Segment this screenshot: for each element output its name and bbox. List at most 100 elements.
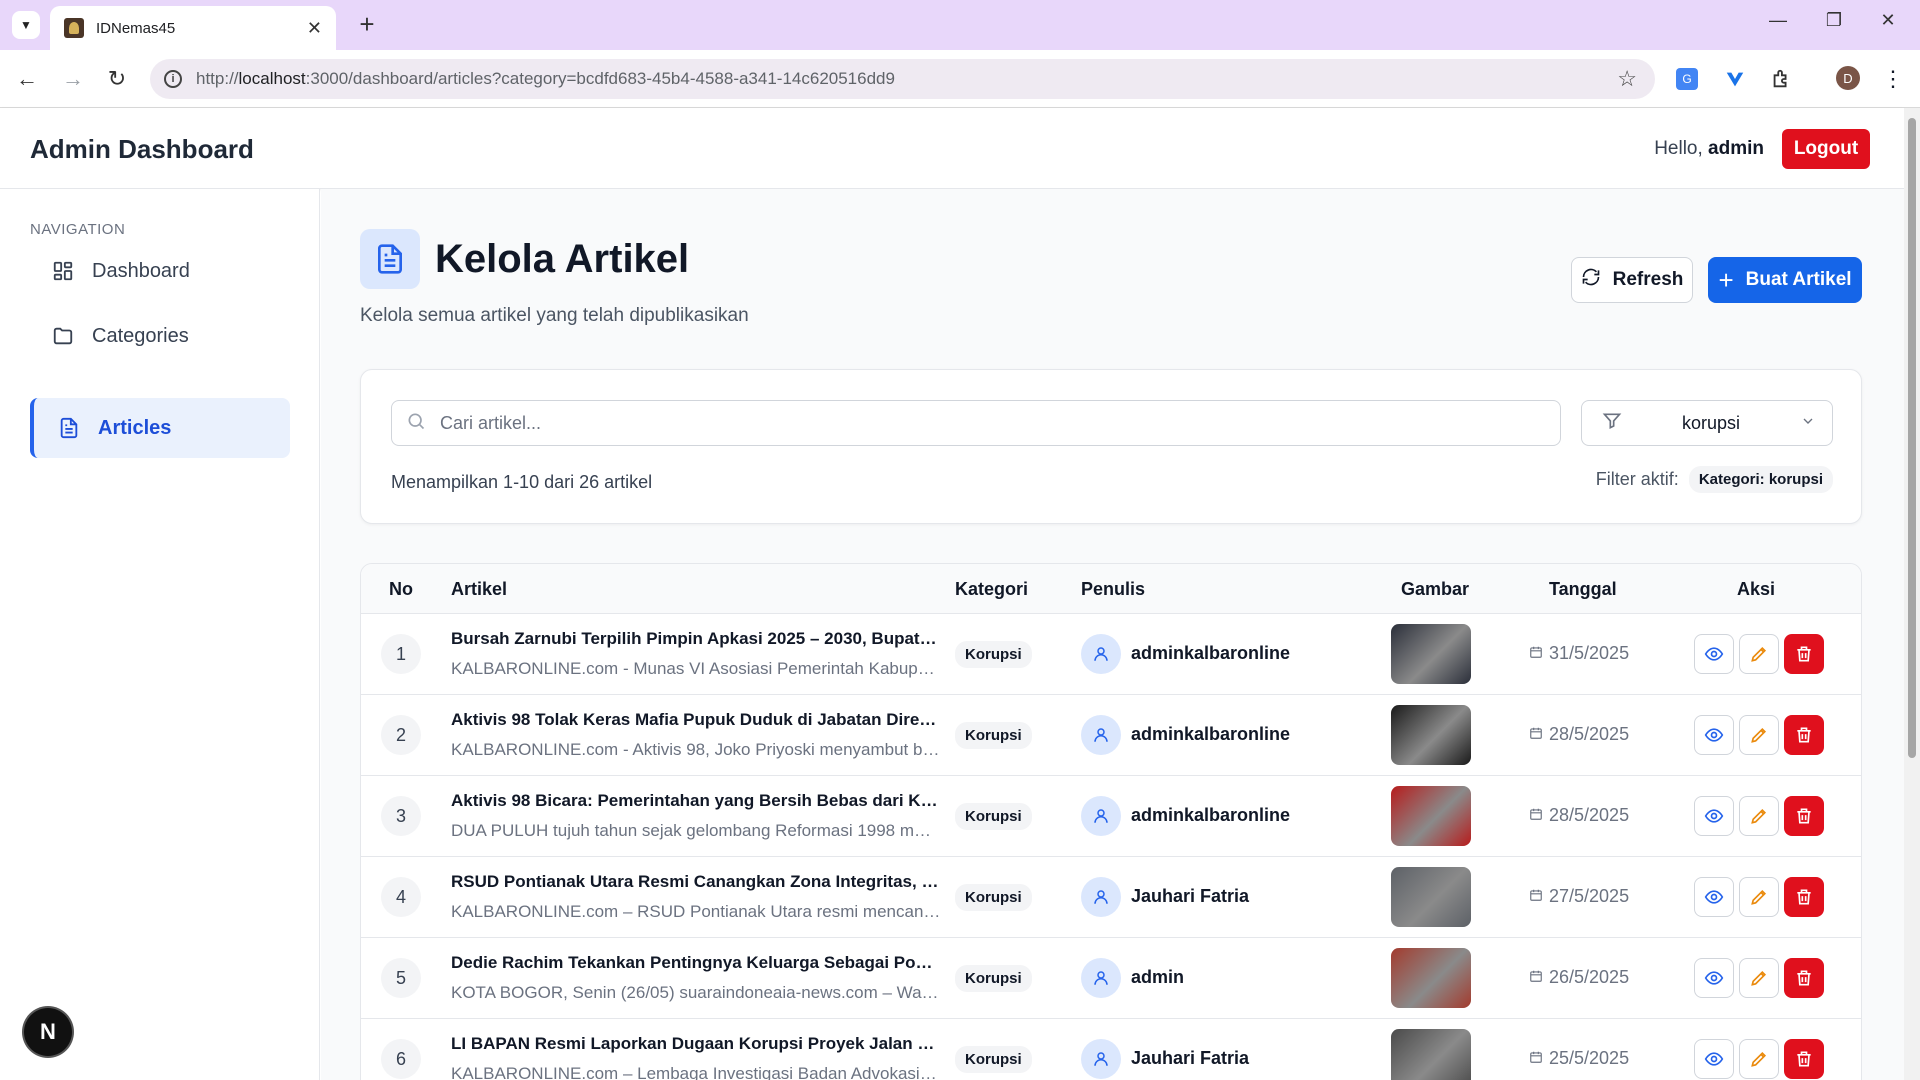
article-title[interactable]: Aktivis 98 Bicara: Pemerintahan yang Ber… <box>451 791 941 811</box>
tab-close-icon[interactable]: ✕ <box>307 18 322 39</box>
eye-icon <box>1704 971 1724 985</box>
tab-search-button[interactable]: ▼ <box>12 11 40 39</box>
article-excerpt: KALBARONLINE.com – RSUD Pontianak Utara … <box>451 902 941 921</box>
profile-avatar[interactable]: D <box>1836 66 1860 90</box>
row-number: 4 <box>381 877 421 917</box>
eye-icon <box>1704 1052 1724 1066</box>
article-date: 28/5/2025 <box>1529 724 1629 745</box>
pencil-icon <box>1751 727 1767 743</box>
trash-icon <box>1797 889 1811 905</box>
window-close-icon[interactable]: ✕ <box>1868 10 1908 31</box>
article-excerpt: KALBARONLINE.com – Lembaga Investigasi B… <box>451 1064 937 1080</box>
edit-button[interactable] <box>1739 958 1779 998</box>
category-badge: Korupsi <box>955 884 1032 911</box>
article-date: 25/5/2025 <box>1529 1048 1629 1069</box>
active-filter-label: Filter aktif: <box>1595 469 1679 489</box>
calendar-icon <box>1529 967 1543 988</box>
app-header: Admin Dashboard Hello, admin Logout <box>0 108 1904 189</box>
article-thumbnail <box>1391 624 1471 684</box>
address-bar[interactable]: i http://localhost:3000/dashboard/articl… <box>150 59 1655 99</box>
table-row: 1 Bursah Zarnubi Terpilih Pimpin Apkasi … <box>361 614 1861 695</box>
filter-icon <box>1602 411 1622 436</box>
translate-extension-icon[interactable]: G <box>1676 68 1698 90</box>
edit-button[interactable] <box>1739 634 1779 674</box>
browser-tab-active[interactable]: IDNemas45 ✕ <box>50 6 336 50</box>
date-text: 28/5/2025 <box>1549 724 1630 744</box>
view-button[interactable] <box>1694 634 1734 674</box>
extension-icon[interactable] <box>1722 66 1748 92</box>
pencil-icon <box>1751 1051 1767 1067</box>
scrollbar-thumb[interactable] <box>1908 118 1916 758</box>
site-info-icon[interactable]: i <box>164 70 182 88</box>
delete-button[interactable] <box>1784 634 1824 674</box>
url-text[interactable]: http://localhost:3000/dashboard/articles… <box>196 69 895 89</box>
create-article-button[interactable]: + Buat Artikel <box>1708 257 1862 303</box>
table-header: No Artikel Kategori Penulis Gambar Tangg… <box>361 564 1861 614</box>
nextjs-dev-badge[interactable]: N <box>24 1008 72 1056</box>
view-button[interactable] <box>1694 796 1734 836</box>
view-button[interactable] <box>1694 877 1734 917</box>
view-button[interactable] <box>1694 715 1734 755</box>
category-select[interactable]: korupsi <box>1581 400 1833 446</box>
refresh-button[interactable]: Refresh <box>1571 257 1693 303</box>
page-scrollbar[interactable] <box>1904 108 1920 1080</box>
document-icon <box>56 415 82 441</box>
row-number: 5 <box>381 958 421 998</box>
author-name: Jauhari Fatria <box>1131 1048 1250 1068</box>
search-input[interactable] <box>440 412 1540 434</box>
edit-button[interactable] <box>1739 715 1779 755</box>
view-button[interactable] <box>1694 1039 1734 1079</box>
view-button[interactable] <box>1694 958 1734 998</box>
result-count: Menampilkan 1-10 dari 26 artikel <box>391 472 653 492</box>
browser-tabstrip: ▼ IDNemas45 ✕ + — ❐ ✕ <box>0 0 1920 50</box>
table-row: 2 Aktivis 98 Tolak Keras Mafia Pupuk Dud… <box>361 695 1861 776</box>
article-title[interactable]: Dedie Rachim Tekankan Pentingnya Keluarg… <box>451 953 941 973</box>
trash-icon <box>1797 970 1811 986</box>
sidebar-item-label: Articles <box>98 416 172 439</box>
trash-icon <box>1797 646 1811 662</box>
active-filter: Filter aktif: Kategori: korupsi <box>1596 466 1833 493</box>
article-title[interactable]: Bursah Zarnubi Terpilih Pimpin Apkasi 20… <box>451 629 941 649</box>
bookmark-star-icon[interactable]: ☆ <box>1617 66 1637 92</box>
delete-button[interactable] <box>1784 796 1824 836</box>
delete-button[interactable] <box>1784 877 1824 917</box>
search-box[interactable] <box>391 400 1561 446</box>
minimize-icon[interactable]: — <box>1758 10 1798 31</box>
folder-icon <box>50 323 76 349</box>
logout-button[interactable]: Logout <box>1782 129 1870 169</box>
article-title[interactable]: RSUD Pontianak Utara Resmi Canangkan Zon… <box>451 872 941 892</box>
greeting-prefix: Hello, <box>1654 138 1703 159</box>
sidebar-item-dashboard[interactable]: Dashboard <box>30 241 290 301</box>
edit-button[interactable] <box>1739 877 1779 917</box>
eye-icon <box>1704 728 1724 742</box>
calendar-icon <box>1529 724 1543 745</box>
browser-toolbar: ← → ↻ i http://localhost:3000/dashboard/… <box>0 50 1920 108</box>
article-title[interactable]: LI BAPAN Resmi Laporkan Dugaan Korupsi P… <box>451 1034 941 1054</box>
author-name: adminkalbaronline <box>1131 805 1291 825</box>
user-icon <box>1081 634 1121 674</box>
article-date: 26/5/2025 <box>1529 967 1629 988</box>
extensions-puzzle-icon[interactable] <box>1768 66 1794 92</box>
article-excerpt: KALBARONLINE.com - Munas VI Asosiasi Pem… <box>451 659 941 678</box>
date-text: 26/5/2025 <box>1549 967 1630 987</box>
sidebar-item-articles[interactable]: Articles <box>30 398 290 458</box>
forward-icon[interactable]: → <box>56 62 90 96</box>
new-tab-button[interactable]: + <box>352 10 382 40</box>
sidebar: NAVIGATION Dashboard Categories Articles <box>0 189 320 1080</box>
table-row: 3 Aktivis 98 Bicara: Pemerintahan yang B… <box>361 776 1861 857</box>
back-icon[interactable]: ← <box>10 62 44 96</box>
edit-button[interactable] <box>1739 1039 1779 1079</box>
reload-icon[interactable]: ↻ <box>100 62 134 96</box>
sidebar-item-categories[interactable]: Categories <box>30 306 290 366</box>
user-icon <box>1081 877 1121 917</box>
article-title[interactable]: Aktivis 98 Tolak Keras Mafia Pupuk Duduk… <box>451 710 941 730</box>
delete-button[interactable] <box>1784 958 1824 998</box>
browser-menu-icon[interactable]: ⋮ <box>1880 66 1906 92</box>
trash-icon <box>1797 727 1811 743</box>
page-title: Kelola Artikel <box>435 237 690 281</box>
delete-button[interactable] <box>1784 715 1824 755</box>
edit-button[interactable] <box>1739 796 1779 836</box>
delete-button[interactable] <box>1784 1039 1824 1079</box>
table-row: 6 LI BAPAN Resmi Laporkan Dugaan Korupsi… <box>361 1019 1861 1080</box>
restore-icon[interactable]: ❐ <box>1814 10 1854 31</box>
